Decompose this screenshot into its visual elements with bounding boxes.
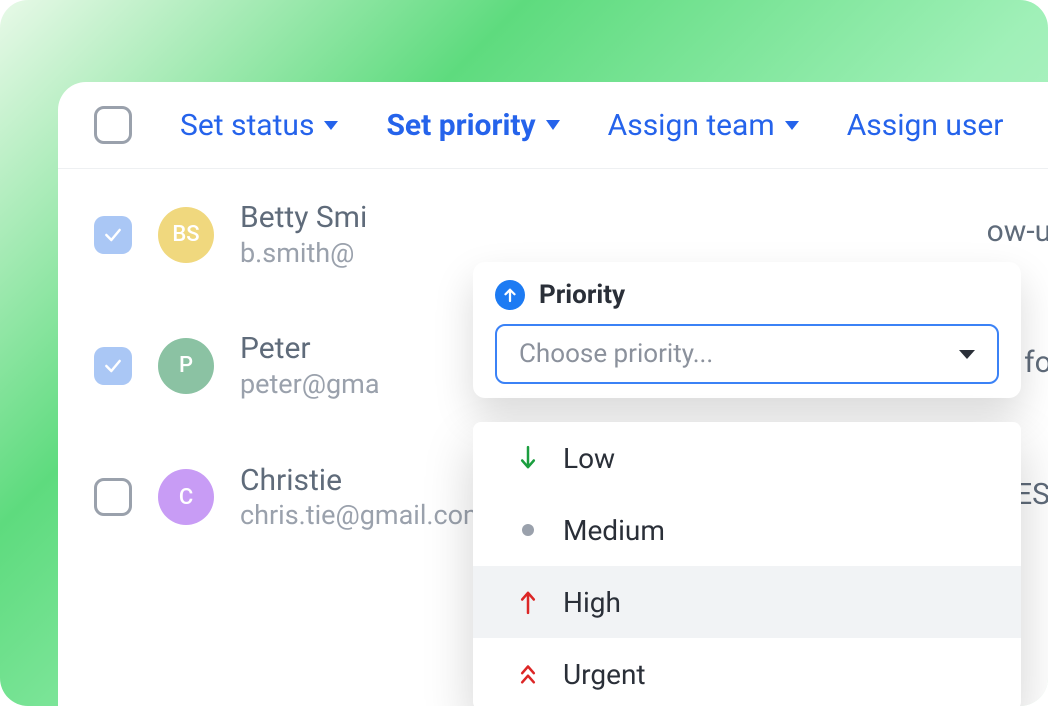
dot-icon (515, 524, 541, 536)
avatar-initials: C (179, 485, 193, 510)
contact-info: Christie chris.tie@gmail.com (240, 462, 487, 533)
select-all-checkbox[interactable] (94, 106, 132, 144)
background: Set status Set priority Assign team Assi… (0, 0, 1048, 706)
priority-options: Low Medium High Urgent (473, 422, 1021, 706)
contact-name: Christie (240, 462, 487, 500)
popover-title: Priority (539, 280, 625, 310)
action-label: Set priority (386, 108, 535, 143)
caret-down-icon (546, 120, 560, 130)
main-card: Set status Set priority Assign team Assi… (58, 82, 1048, 706)
priority-select[interactable]: Choose priority... (495, 324, 999, 384)
popover-header: Priority (473, 280, 1021, 324)
option-label: Low (563, 442, 615, 475)
contact-info: Betty Smi b.smith@ (240, 199, 367, 270)
action-assign-team[interactable]: Assign team (608, 108, 799, 143)
bulk-action-toolbar: Set status Set priority Assign team Assi… (58, 82, 1048, 169)
caret-down-icon (959, 350, 975, 359)
priority-popover: Priority Choose priority... (473, 262, 1021, 398)
option-label: Urgent (563, 658, 646, 691)
action-set-status[interactable]: Set status (180, 108, 338, 143)
caret-down-icon (324, 121, 338, 130)
avatar: BS (158, 207, 214, 263)
avatar: P (158, 338, 214, 394)
check-icon (103, 225, 123, 245)
option-label: Medium (563, 514, 665, 547)
contact-info: Peter peter@gma (240, 330, 380, 401)
option-medium[interactable]: Medium (473, 494, 1021, 566)
subject-fragment: ow-up (987, 214, 1048, 249)
contact-email: b.smith@ (240, 237, 367, 271)
caret-down-icon (785, 121, 799, 130)
contact-email: peter@gma (240, 368, 380, 402)
arrow-up-icon (515, 588, 541, 616)
avatar-initials: P (179, 353, 193, 378)
double-arrow-up-icon (515, 660, 541, 688)
contact-email: chris.tie@gmail.com (240, 499, 487, 533)
option-label: High (563, 586, 621, 619)
row-checkbox[interactable] (94, 216, 132, 254)
select-placeholder: Choose priority... (519, 339, 713, 369)
arrow-down-icon (515, 444, 541, 472)
action-label: Assign team (608, 108, 775, 143)
avatar-initials: BS (172, 222, 199, 247)
action-assign-user[interactable]: Assign user (847, 108, 1004, 143)
option-high[interactable]: High (473, 566, 1021, 638)
avatar: C (158, 469, 214, 525)
option-urgent[interactable]: Urgent (473, 638, 1021, 706)
arrow-up-circle-icon (495, 280, 525, 310)
row-checkbox[interactable] (94, 347, 132, 385)
action-label: Assign user (847, 108, 1004, 143)
contact-name: Peter (240, 330, 380, 368)
option-low[interactable]: Low (473, 422, 1021, 494)
action-label: Set status (180, 108, 314, 143)
check-icon (103, 356, 123, 376)
row-checkbox[interactable] (94, 478, 132, 516)
action-set-priority[interactable]: Set priority (386, 108, 559, 143)
contact-name: Betty Smi (240, 199, 367, 237)
